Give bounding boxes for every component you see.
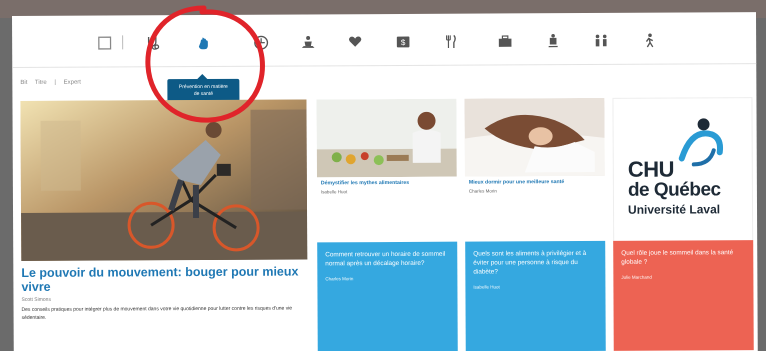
filter-bit[interactable]: Bit [20, 80, 27, 86]
logo-line-2: de Québec [627, 179, 721, 201]
money-icon[interactable]: $ [392, 32, 414, 52]
stage: $ Prévention en matière de santé Bit Tit… [0, 0, 766, 351]
feature-article[interactable]: Le pouvoir du mouvement: bouger pour mie… [20, 99, 308, 350]
chu-swoosh-icon [678, 118, 724, 167]
square-outline-icon[interactable] [94, 33, 116, 53]
svg-text:$: $ [401, 38, 406, 47]
card-author: Charles Morin [468, 188, 497, 194]
stethoscope-icon[interactable] [142, 33, 164, 53]
feature-author: Scott Simons [21, 296, 51, 303]
cyclist-photo[interactable] [20, 99, 308, 261]
briefcase-icon[interactable] [494, 31, 516, 51]
tile-author: Isabelle Huot [473, 284, 500, 290]
clock-icon[interactable] [250, 33, 272, 53]
category-icon-bar: $ [12, 12, 757, 68]
filter-row: Bit Titre | Expert [20, 80, 87, 86]
feature-title[interactable]: Le pouvoir du mouvement: bouger pour mie… [21, 264, 307, 294]
question-tile[interactable]: Quels sont les aliments à privilégier et… [465, 240, 606, 351]
walking-person-icon[interactable] [638, 31, 660, 51]
page: $ Prévention en matière de santé Bit Tit… [12, 12, 758, 351]
tile-title[interactable]: Comment retrouver un horaire de sommeil … [325, 250, 449, 269]
card-title[interactable]: Mieux dormir pour une meilleure santé [465, 179, 605, 187]
fork-knife-icon[interactable] [440, 32, 462, 52]
card-author: Isabelle Huot [320, 189, 348, 195]
heart-hands-icon[interactable] [344, 32, 366, 52]
kitchen-photo[interactable] [316, 98, 457, 178]
tooltip-line-2: de santé [193, 90, 214, 98]
card-title[interactable]: Démystifier les mythes alimentaires [317, 180, 457, 188]
icon-divider [122, 35, 124, 50]
filter-title[interactable]: Titre [35, 80, 47, 86]
question-tile[interactable]: Quel rôle joue le sommeil dans la santé … [613, 240, 754, 351]
family-icon[interactable] [590, 31, 612, 51]
person-meditation-icon[interactable] [297, 32, 319, 52]
tile-author: Charles Morin [325, 276, 354, 282]
tile-title[interactable]: Quel rôle joue le sommeil dans la santé … [621, 248, 745, 267]
tile-author: Julie Marchand [621, 274, 652, 280]
filter-expert[interactable]: Expert [64, 80, 81, 86]
chu-logo: CHU de Québec Université Laval [612, 97, 754, 248]
person-standing-icon[interactable] [542, 31, 564, 51]
sleeping-woman-photo[interactable] [464, 97, 605, 177]
article-card[interactable]: Démystifier les mythes alimentaires Isab… [316, 98, 457, 195]
filter-separator: | [54, 79, 56, 86]
question-tile[interactable]: Comment retrouver un horaire de sommeil … [317, 241, 458, 351]
feature-description: Des conseils pratiques pour intégrer plu… [21, 305, 293, 321]
tile-title[interactable]: Quels sont les aliments à privilégier et… [473, 249, 597, 277]
article-card[interactable]: Mieux dormir pour une meilleure santé Ch… [464, 97, 605, 194]
logo-line-3: Université Laval [627, 202, 721, 217]
hand-prevention-icon[interactable] [194, 33, 216, 53]
